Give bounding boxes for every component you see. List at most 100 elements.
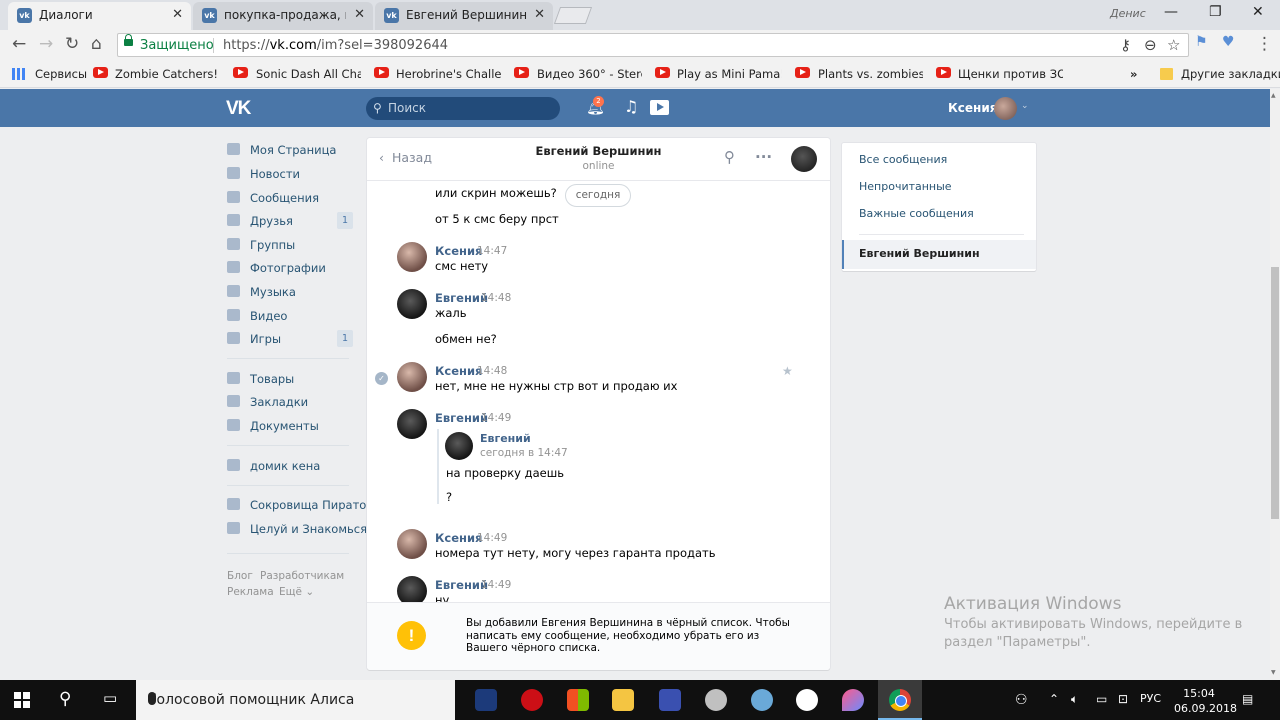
avatar[interactable] (397, 289, 427, 319)
message-time[interactable]: 14:49 (481, 579, 511, 591)
menu-item-games[interactable]: Игры 1 (227, 329, 353, 349)
app-icon[interactable] (842, 689, 864, 711)
footer-ads-link[interactable]: Реклама (227, 586, 274, 598)
app-icon[interactable] (475, 689, 497, 711)
scroll-up-icon[interactable]: ▲ (1271, 92, 1276, 99)
app-icon[interactable] (659, 689, 681, 711)
bookmarks-more-icon[interactable]: » (1130, 67, 1137, 81)
menu-item-photos[interactable]: Фотографии (227, 258, 353, 278)
message-time[interactable]: 14:48 (481, 292, 511, 304)
message-time[interactable]: 14:49 (477, 532, 507, 544)
chevron-up-icon[interactable]: ⌃ (1049, 692, 1059, 706)
chevron-down-icon[interactable]: ⌄ (1021, 101, 1029, 111)
message-time[interactable]: 14:48 (477, 365, 507, 377)
clock[interactable]: 15:04 06.09.2018 (1174, 686, 1237, 716)
star-icon[interactable]: ★ (782, 364, 793, 378)
url-text[interactable]: https://vk.com/im?sel=398092644 (223, 38, 448, 53)
footer-more-link[interactable]: Ещё ⌄ (279, 586, 314, 598)
header-user-name[interactable]: Ксения (948, 101, 997, 115)
search-icon[interactable]: ⚲ (724, 148, 735, 166)
forwarded-sender-name[interactable]: Евгений (480, 432, 531, 445)
search-input[interactable]: ⚲ Поиск (366, 97, 560, 120)
scroll-thumb[interactable] (1271, 267, 1279, 519)
bookmark-star-icon[interactable]: ☆ (1167, 36, 1180, 54)
network-icon[interactable]: ⊡ (1118, 692, 1128, 706)
message-time[interactable]: 14:47 (477, 245, 507, 257)
search-icon[interactable]: ⚲ (59, 689, 71, 709)
footer-blog-link[interactable]: Блог (227, 570, 253, 582)
extension-heart-icon[interactable]: ♥ (1222, 34, 1235, 50)
vk-logo-icon[interactable]: VK (226, 98, 251, 120)
key-icon[interactable]: ⚷ (1120, 36, 1131, 54)
sender-name[interactable]: Ксения (435, 244, 482, 258)
browser-tab-profile[interactable]: vk Евгений Вершинин ✕ (375, 2, 553, 30)
scroll-down-icon[interactable]: ▼ (1271, 669, 1276, 676)
app-icon[interactable] (751, 689, 773, 711)
app-icon[interactable] (705, 689, 727, 711)
home-icon[interactable]: ⌂ (91, 34, 102, 54)
filter-all-messages[interactable]: Все сообщения (859, 153, 947, 166)
menu-item-bookmarks[interactable]: Закладки (227, 392, 353, 412)
address-bar[interactable]: Защищено https://vk.com/im?sel=398092644… (117, 33, 1189, 57)
zoom-icon[interactable]: ⊖ (1144, 36, 1157, 54)
reload-icon[interactable]: ↻ (65, 34, 79, 54)
menu-dots-icon[interactable]: ⋮ (1256, 34, 1273, 54)
menu-item-app-pirates[interactable]: Сокровища Пиратов (227, 495, 373, 515)
message-history[interactable]: или скрин можешь? сегодня от 5 к смс бер… (367, 181, 830, 602)
new-tab-button[interactable] (553, 7, 593, 24)
store-icon[interactable] (567, 689, 589, 711)
window-user-name[interactable]: Денис (1110, 7, 1146, 20)
avatar[interactable] (791, 146, 817, 172)
bookmark-item[interactable]: Play as Mini Pama! M (677, 67, 782, 81)
avatar[interactable] (445, 432, 473, 460)
windows-start-icon[interactable] (14, 692, 30, 708)
sender-name[interactable]: Ксения (435, 531, 482, 545)
avatar[interactable] (397, 362, 427, 392)
footer-dev-link[interactable]: Разработчикам (260, 570, 344, 582)
bookmark-item[interactable]: Щенки против ЗОМ (958, 67, 1063, 81)
menu-item-community[interactable]: домик кена (227, 456, 353, 476)
forwarded-time[interactable]: сегодня в 14:47 (480, 447, 568, 459)
check-icon[interactable]: ✓ (375, 372, 388, 385)
maximize-icon[interactable]: ❐ (1209, 4, 1222, 20)
minimize-icon[interactable]: — (1164, 4, 1178, 20)
menu-item-documents[interactable]: Документы (227, 416, 353, 436)
apps-grid-icon[interactable] (12, 68, 26, 80)
menu-item-friends[interactable]: Друзья 1 (227, 211, 353, 231)
menu-item-music[interactable]: Музыка (227, 282, 353, 302)
filter-unread[interactable]: Непрочитанные (859, 180, 952, 193)
opera-icon[interactable] (521, 689, 543, 711)
bookmark-item[interactable]: Plants vs. zombies CA (818, 67, 923, 81)
close-window-icon[interactable]: ✕ (1252, 4, 1264, 20)
yandex-icon[interactable] (796, 689, 818, 711)
page-scrollbar[interactable]: ▲ ▼ (1270, 89, 1280, 680)
bookmark-item[interactable]: Herobrine's Challeng (396, 67, 501, 81)
bookmark-item[interactable]: Zombie Catchers! Tra (115, 67, 220, 81)
menu-item-my-page[interactable]: Моя Страница (227, 140, 353, 160)
avatar[interactable] (994, 97, 1017, 120)
back-arrow-icon[interactable]: ← (12, 34, 26, 54)
menu-item-messages[interactable]: Сообщения (227, 188, 353, 208)
bookmark-services[interactable]: Сервисы (35, 67, 87, 81)
battery-icon[interactable]: ▭ (1096, 692, 1107, 706)
people-icon[interactable]: ⚇ (1015, 692, 1028, 708)
microphone-icon[interactable] (148, 692, 156, 705)
avatar[interactable] (397, 576, 427, 602)
voice-assistant-search[interactable]: Голосовой помощник Алиса (136, 680, 455, 720)
avatar[interactable] (397, 529, 427, 559)
notifications-icon[interactable]: ▤ (1242, 692, 1253, 706)
selected-dialog[interactable]: Евгений Вершинин (842, 240, 1036, 269)
menu-item-news[interactable]: Новости (227, 164, 353, 184)
more-dots-icon[interactable]: ··· (755, 148, 772, 166)
menu-item-video[interactable]: Видео (227, 306, 353, 326)
extension-icon[interactable]: ⚑ (1195, 34, 1208, 50)
sender-name[interactable]: Ксения (435, 364, 482, 378)
forward-arrow-icon[interactable]: → (39, 34, 53, 54)
bookmark-item[interactable]: Видео 360° - Stereo (537, 67, 642, 81)
chrome-icon[interactable] (889, 689, 911, 711)
close-tab-icon[interactable]: ✕ (534, 7, 545, 22)
browser-tab-trade[interactable]: vk покупка-продажа, купл ✕ (193, 2, 373, 30)
music-note-icon[interactable]: ♫ (624, 97, 638, 116)
message-time[interactable]: 14:49 (481, 412, 511, 424)
language-indicator[interactable]: РУС (1140, 692, 1161, 705)
